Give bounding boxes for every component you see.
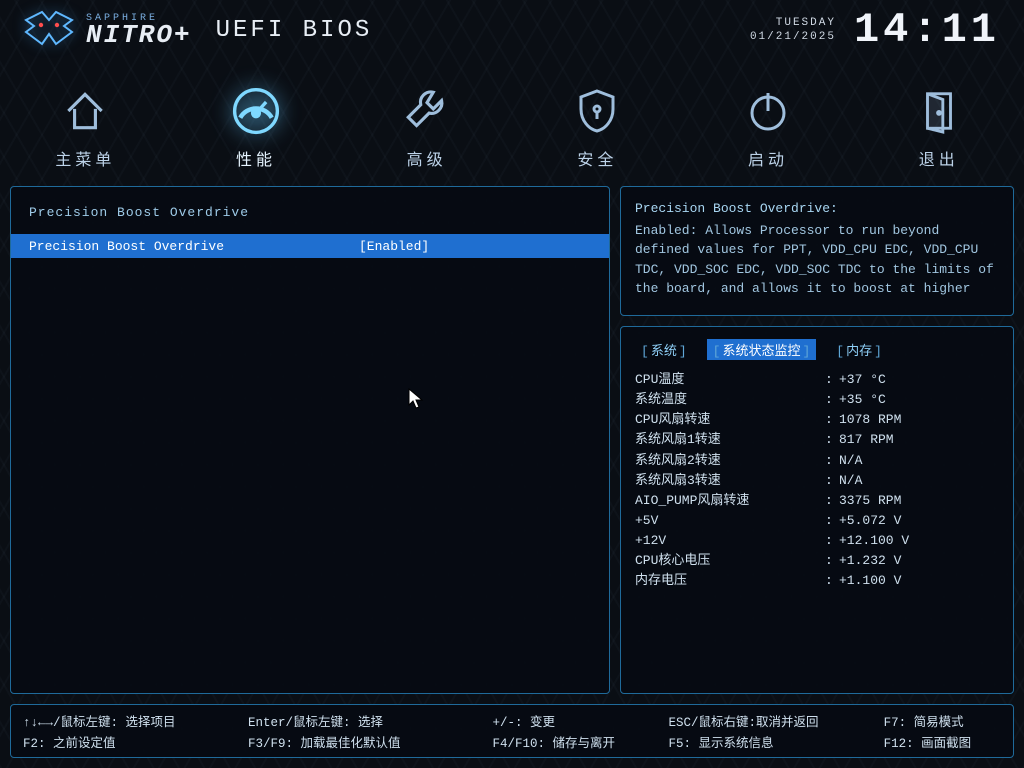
footer-col: F7: 简易模式 F12: 画面截图 <box>884 711 1001 751</box>
monitor-key: 系统风扇3转速 <box>635 471 825 491</box>
monitor-row: 系统风扇1转速:817 RPM <box>635 430 999 450</box>
door-icon <box>912 84 966 138</box>
bios-title: UEFI BIOS <box>216 17 373 44</box>
brand-big: NITRO+ <box>86 24 192 47</box>
hotkey-hint: ↑↓←→/鼠标左键: 选择项目 <box>23 711 248 730</box>
nav-main[interactable]: 主菜单 <box>0 62 171 180</box>
nav-label: 安全 <box>577 146 617 170</box>
monitor-key: CPU核心电压 <box>635 551 825 571</box>
monitor-key: CPU温度 <box>635 370 825 390</box>
monitor-key: CPU风扇转速 <box>635 410 825 430</box>
monitor-row: CPU温度:+37 °C <box>635 370 999 390</box>
hotkey-hint: F7: 简易模式 <box>884 711 1001 730</box>
clock-time: 14:11 <box>854 6 1000 54</box>
setting-name: Precision Boost Overdrive <box>29 239 359 254</box>
monitor-value: 3375 RPM <box>839 491 901 511</box>
monitor-tab-mem[interactable]: 内存 <box>830 339 888 360</box>
setting-value: [Enabled] <box>359 239 429 254</box>
date: 01/21/2025 <box>750 30 836 44</box>
help-panel: Precision Boost Overdrive: Enabled: Allo… <box>620 186 1014 316</box>
datetime-block: TUESDAY 01/21/2025 14:11 <box>750 6 1000 54</box>
nav-label: 启动 <box>748 146 788 170</box>
header-bar: SAPPHIRE NITRO+ UEFI BIOS TUESDAY 01/21/… <box>0 0 1024 60</box>
shield-icon <box>570 84 624 138</box>
monitor-value: +12.100 V <box>839 531 909 551</box>
monitor-row: 系统温度:+35 °C <box>635 390 999 410</box>
wrench-icon <box>400 84 454 138</box>
brand-logo: SAPPHIRE NITRO+ <box>24 10 192 50</box>
monitor-row: 内存电压:+1.100 V <box>635 571 999 591</box>
nav-perf[interactable]: 性能 <box>171 62 342 180</box>
settings-panel: Precision Boost Overdrive Precision Boos… <box>10 186 610 694</box>
monitor-row: 系统风扇2转速:N/A <box>635 451 999 471</box>
setting-row[interactable]: Precision Boost Overdrive[Enabled] <box>11 234 609 258</box>
monitor-value: 1078 RPM <box>839 410 901 430</box>
nav-label: 高级 <box>407 146 447 170</box>
monitor-key: 系统温度 <box>635 390 825 410</box>
monitor-value: N/A <box>839 471 862 491</box>
power-icon <box>741 84 795 138</box>
monitor-key: 系统风扇2转速 <box>635 451 825 471</box>
top-nav: 主菜单 性能 高级 安全 启动 退出 <box>0 62 1024 180</box>
monitor-value: +37 °C <box>839 370 886 390</box>
nav-sec[interactable]: 安全 <box>512 62 683 180</box>
nav-boot[interactable]: 启动 <box>683 62 854 180</box>
monitor-row: +12V:+12.100 V <box>635 531 999 551</box>
gauge-icon <box>229 84 283 138</box>
sapphire-logo-icon <box>24 10 74 50</box>
monitor-row: +5V:+5.072 V <box>635 511 999 531</box>
footer-col: Enter/鼠标左键: 选择 F3/F9: 加载最佳化默认值 <box>248 711 493 751</box>
hotkey-hint: F2: 之前设定值 <box>23 732 248 751</box>
monitor-value: +1.232 V <box>839 551 901 571</box>
hotkey-hint: F3/F9: 加载最佳化默认值 <box>248 732 493 751</box>
footer-col: +/-: 变更 F4/F10: 储存与离开 <box>492 711 668 751</box>
help-title: Precision Boost Overdrive: <box>635 199 999 219</box>
footer-hotkeys: ↑↓←→/鼠标左键: 选择项目 F2: 之前设定值Enter/鼠标左键: 选择 F3… <box>10 704 1014 758</box>
monitor-key: 内存电压 <box>635 571 825 591</box>
hotkey-hint: F4/F10: 储存与离开 <box>492 732 668 751</box>
monitor-row: AIO_PUMP风扇转速:3375 RPM <box>635 491 999 511</box>
monitor-value: +1.100 V <box>839 571 901 591</box>
monitor-value: N/A <box>839 451 862 471</box>
hotkey-hint: Enter/鼠标左键: 选择 <box>248 711 493 730</box>
monitor-row: CPU核心电压:+1.232 V <box>635 551 999 571</box>
footer-col: ESC/鼠标右键:取消并返回 F5: 显示系统信息 <box>668 711 883 751</box>
nav-adv[interactable]: 高级 <box>341 62 512 180</box>
nav-label: 主菜单 <box>55 146 115 170</box>
hotkey-hint: F12: 画面截图 <box>884 732 1001 751</box>
help-body: Enabled: Allows Processor to run beyond … <box>635 221 999 299</box>
footer-col: ↑↓←→/鼠标左键: 选择项目 F2: 之前设定值 <box>23 711 248 751</box>
section-title: Precision Boost Overdrive <box>11 205 609 234</box>
monitor-key: AIO_PUMP风扇转速 <box>635 491 825 511</box>
monitor-value: +35 °C <box>839 390 886 410</box>
monitor-row: 系统风扇3转速:N/A <box>635 471 999 491</box>
monitor-value: 817 RPM <box>839 430 894 450</box>
monitor-key: +5V <box>635 511 825 531</box>
nav-label: 退出 <box>919 146 959 170</box>
monitor-panel: 系统系统状态监控内存 CPU温度:+37 °C系统温度:+35 °CCPU风扇转… <box>620 326 1014 694</box>
nav-exit[interactable]: 退出 <box>853 62 1024 180</box>
monitor-tab-hwmon[interactable]: 系统状态监控 <box>707 339 817 360</box>
hotkey-hint: ESC/鼠标右键:取消并返回 <box>668 711 883 730</box>
monitor-row: CPU风扇转速:1078 RPM <box>635 410 999 430</box>
monitor-tabs: 系统系统状态监控内存 <box>635 339 999 360</box>
monitor-key: 系统风扇1转速 <box>635 430 825 450</box>
hotkey-hint: F5: 显示系统信息 <box>668 732 883 751</box>
monitor-value: +5.072 V <box>839 511 901 531</box>
monitor-tab-sys[interactable]: 系统 <box>635 339 693 360</box>
nav-label: 性能 <box>236 146 276 170</box>
home-icon <box>58 84 112 138</box>
monitor-key: +12V <box>635 531 825 551</box>
day-of-week: TUESDAY <box>750 16 836 30</box>
hotkey-hint: +/-: 变更 <box>492 711 668 730</box>
